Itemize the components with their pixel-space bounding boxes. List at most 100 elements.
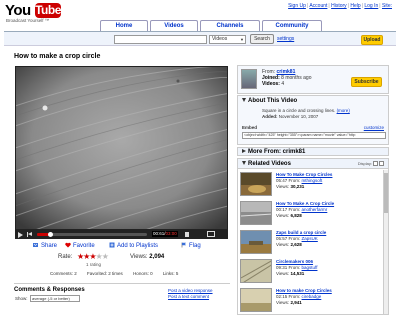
customize-link[interactable]: customize <box>364 125 384 130</box>
video-player[interactable] <box>15 66 228 230</box>
more-from-header: More From: crimk81 <box>242 149 305 155</box>
rate-label: Rate: <box>58 254 73 260</box>
related-video-author[interactable]: cirebadge <box>302 294 322 299</box>
comment-links: Post a video response Post a text commen… <box>168 288 213 300</box>
related-video-title[interactable]: How To Make A Crop Circle <box>276 201 334 206</box>
subscribe-button[interactable]: Subscribe <box>351 77 382 87</box>
tab-channels[interactable]: Channels <box>200 20 260 31</box>
about-header[interactable]: About This Video <box>242 98 297 104</box>
related-title-row[interactable]: Related Videos <box>242 161 291 167</box>
flag-label: Flag <box>189 243 201 249</box>
related-video-author[interactable]: ZapsUK <box>302 236 318 241</box>
add-to-playlists-label: Add to Playlists <box>117 243 159 249</box>
time-total: 03:00 <box>165 231 177 236</box>
search-button[interactable]: Search <box>250 34 274 44</box>
video-thumbnail[interactable] <box>240 259 272 283</box>
heart-icon <box>65 242 71 248</box>
video-thumbnail[interactable] <box>240 201 272 225</box>
views-label: Views: <box>276 242 290 247</box>
progress-handle[interactable] <box>47 232 53 237</box>
from-label: From: <box>288 207 301 212</box>
time-current: 00:61 <box>153 231 165 236</box>
favorite-button[interactable]: Favorite <box>65 242 95 249</box>
embed-code-field[interactable]: <object width="425" height="355"><param … <box>242 132 386 139</box>
comments-title: Comments & Responses <box>14 287 85 293</box>
rewind-icon[interactable] <box>27 232 32 237</box>
tab-videos[interactable]: Videos <box>150 20 198 31</box>
related-video-author[interactable]: mthingsoft <box>302 178 323 183</box>
logo-slogan: Broadcast Yourself ™ <box>6 18 50 23</box>
site-link[interactable]: Site: <box>382 3 392 9</box>
more-from-box[interactable]: More From: crimk81 <box>237 147 389 156</box>
video-thumbnail[interactable] <box>240 230 272 254</box>
logo-tube-text: Tube <box>35 3 61 18</box>
search-input[interactable] <box>114 35 207 44</box>
related-video-item[interactable]: How To Make Crop Circles 05:47 From: mth… <box>240 172 386 198</box>
fullscreen-icon[interactable] <box>207 231 215 237</box>
volume-icon[interactable] <box>185 232 189 237</box>
progress-track[interactable] <box>37 232 147 237</box>
tab-community[interactable]: Community <box>262 20 322 31</box>
related-video-views: 6,828 <box>290 213 302 218</box>
related-video-title[interactable]: How to make Crop Circles <box>276 288 332 293</box>
comments-filter-select[interactable]: average (-5 or better) <box>30 295 80 302</box>
upload-button[interactable]: Upload <box>361 35 383 45</box>
collapse-icon <box>242 161 246 165</box>
views-label: Views: <box>276 184 290 189</box>
post-video-response-link[interactable]: Post a video response <box>168 288 213 293</box>
display-label: Display: <box>357 161 372 166</box>
rating-count: 1 rating <box>86 262 102 267</box>
uploader-box: From: crimk81 Joined: 8 months ago Video… <box>237 65 389 94</box>
scrollbar-thumb[interactable] <box>384 173 388 213</box>
share-icon <box>33 243 38 247</box>
chevron-down-icon: ▼ <box>240 37 244 42</box>
sign-up-link[interactable]: Sign Up <box>288 3 306 9</box>
views-value: 2,094 <box>149 254 165 260</box>
add-to-playlists-button[interactable]: Add to Playlists <box>109 242 158 249</box>
joined-value: 8 months ago <box>281 75 312 81</box>
tab-home[interactable]: Home <box>100 20 148 31</box>
star-icon[interactable]: ★ <box>102 252 109 261</box>
help-link[interactable]: Help <box>350 3 360 9</box>
related-video-duration: 05:47 <box>276 178 288 183</box>
comments-stat[interactable]: Comments: 2 <box>50 271 77 276</box>
related-scrollbar[interactable] <box>383 170 388 314</box>
search-category-select[interactable]: Videos ▼ <box>209 35 246 44</box>
flag-button[interactable]: Flag <box>181 242 201 249</box>
about-description: Square in a circle and crossing lines. <box>262 108 336 113</box>
related-video-author[interactable]: anotherfarmr <box>302 207 328 212</box>
related-video-item[interactable]: Zaps build a crop circle 05:57 From: Zap… <box>240 230 386 256</box>
post-text-comment-link[interactable]: Post a text comment <box>168 294 209 299</box>
play-icon[interactable] <box>18 232 23 238</box>
search-settings-link[interactable]: settings <box>277 36 294 42</box>
video-stats: Comments: 2 Favorited: 2 times Honors: 0… <box>50 271 187 276</box>
honors-stat[interactable]: Honors: 0 <box>133 271 153 276</box>
share-button[interactable]: Share <box>33 242 57 249</box>
related-video-title[interactable]: How To Make Crop Circles <box>276 172 332 177</box>
related-video-duration: 02:15 <box>276 294 288 299</box>
history-link[interactable]: History <box>331 3 347 9</box>
related-video-title[interactable]: Zaps build a crop circle <box>276 230 326 235</box>
related-video-views: 2,941 <box>290 300 302 305</box>
videos-value: 4 <box>281 81 285 87</box>
video-title: How to make a crop circle <box>14 53 101 60</box>
grid-view-icon[interactable] <box>379 161 384 166</box>
related-video-author[interactable]: bagstuff <box>302 265 318 270</box>
favorited-stat[interactable]: Favorited: 2 times <box>87 271 123 276</box>
divider <box>14 283 230 284</box>
related-video-item[interactable]: How to make Crop Circles 02:15 From: cir… <box>240 288 386 314</box>
account-link[interactable]: Account <box>309 3 327 9</box>
links-stat[interactable]: Links: 5 <box>163 271 179 276</box>
about-more-link[interactable]: (more) <box>337 108 350 113</box>
related-video-title[interactable]: Circlemakers 006 <box>276 259 313 264</box>
video-thumbnail[interactable] <box>240 288 272 312</box>
video-thumbnail[interactable] <box>240 172 272 196</box>
related-video-views: 2,628 <box>290 242 302 247</box>
youtube-logo[interactable]: You Tube Broadcast Yourself ™ <box>5 2 61 24</box>
rating-stars[interactable]: ★★★★★ <box>77 252 109 261</box>
list-view-icon[interactable] <box>373 161 378 166</box>
avatar[interactable] <box>241 69 257 89</box>
related-video-item[interactable]: How To Make A Crop Circle 00:17 From: an… <box>240 201 386 227</box>
related-video-item[interactable]: Circlemakers 006 09:31 From: bagstuff Vi… <box>240 259 386 285</box>
log-in-link[interactable]: Log In <box>364 3 378 9</box>
